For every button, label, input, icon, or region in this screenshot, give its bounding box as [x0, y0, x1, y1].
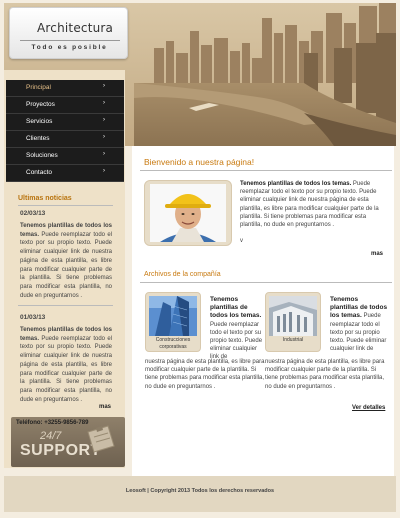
news-date: 01/03/13	[20, 314, 46, 321]
archive-body: nuestra página de esta plantilla, es lib…	[145, 359, 265, 390]
archive-lead: Tenemos plantillas de todos los temas. P…	[330, 296, 388, 353]
chevron-right-icon: ›	[103, 151, 105, 157]
main-nav: Principal › Proyectos › Servicios › Clie…	[6, 80, 124, 182]
archive-caption: Industrial	[282, 337, 304, 343]
intro-lead: Tenemos plantillas de todos los temas.	[240, 181, 352, 187]
intro-more-link[interactable]: mas	[371, 251, 383, 257]
archive-lead-text: Tenemos plantillas de todos los temas.	[210, 296, 262, 320]
nav-item-label: Proyectos	[26, 101, 55, 108]
news-item: Tenemos plantillas de todos los temas. P…	[20, 326, 112, 404]
view-details-link[interactable]: Ver detalles	[352, 405, 385, 411]
archive-body: nuestra página de esta plantilla, es lib…	[265, 359, 385, 390]
intro-body: Puede reemplazar todo el texto por su pr…	[240, 181, 379, 229]
logo[interactable]: Architectura Todo es posible	[9, 7, 128, 59]
archive-caption: Construcciones corporativas	[155, 337, 191, 350]
intro-v: v	[240, 238, 243, 244]
nav-item-principal[interactable]: Principal ›	[6, 80, 124, 97]
chevron-right-icon: ›	[103, 117, 105, 123]
divider	[18, 205, 113, 206]
building-thumbnail	[149, 296, 197, 336]
nav-item-label: Servicios	[26, 118, 53, 125]
nav-item-soluciones[interactable]: Soluciones ›	[6, 148, 124, 165]
chevron-right-icon: ›	[103, 100, 105, 106]
nav-item-label: Clientes	[26, 135, 50, 142]
support-hours: 24/7	[40, 430, 62, 442]
clipboard-icon	[87, 425, 115, 453]
page-title: Bienvenido a nuestra página!	[144, 157, 255, 167]
news-heading: Ultimas noticias	[18, 195, 72, 202]
chevron-right-icon: ›	[103, 168, 105, 174]
nav-item-clientes[interactable]: Clientes ›	[6, 131, 124, 148]
worker-photo	[150, 184, 226, 242]
chevron-right-icon: ›	[103, 134, 105, 140]
news-more-link[interactable]: mas	[99, 404, 111, 410]
nav-item-servicios[interactable]: Servicios ›	[6, 114, 124, 131]
archive-body-side: Puede reemplazar todo el texto por su pr…	[210, 321, 263, 361]
industrial-thumbnail	[269, 296, 317, 336]
intro-text: Tenemos plantillas de todos los temas. P…	[240, 180, 386, 229]
chevron-right-icon: ›	[103, 83, 105, 89]
news-item: Tenemos plantillas de todos los temas. P…	[20, 222, 112, 300]
page: Architectura Todo es posible Principal ›…	[0, 0, 400, 518]
nav-item-label: Principal	[26, 84, 51, 91]
archive-heading: Archivos de la compañía	[144, 271, 221, 278]
archive-lead: Tenemos plantillas de todos los temas. P…	[210, 296, 265, 362]
site-title: Architectura	[37, 21, 114, 35]
nav-item-label: Soluciones	[26, 152, 58, 159]
divider	[18, 305, 113, 306]
footer-copyright: Leosoft | Copyright 2013 Todos los derec…	[125, 488, 275, 494]
nav-item-contacto[interactable]: Contacto ›	[6, 165, 124, 182]
nav-item-proyectos[interactable]: Proyectos ›	[6, 97, 124, 114]
news-body: Puede reemplazar todo el texto por su pr…	[20, 335, 112, 403]
site-tagline: Todo es posible	[31, 44, 108, 51]
logo-divider	[20, 40, 120, 41]
news-body: Puede reemplazar todo el texto por su pr…	[20, 231, 112, 299]
nav-item-label: Contacto	[26, 169, 53, 176]
divider	[140, 282, 392, 283]
footer	[4, 476, 396, 512]
divider	[140, 170, 392, 171]
news-date: 02/03/13	[20, 210, 46, 217]
support-phone: Teléfono: +3255-9856-789	[16, 420, 89, 426]
